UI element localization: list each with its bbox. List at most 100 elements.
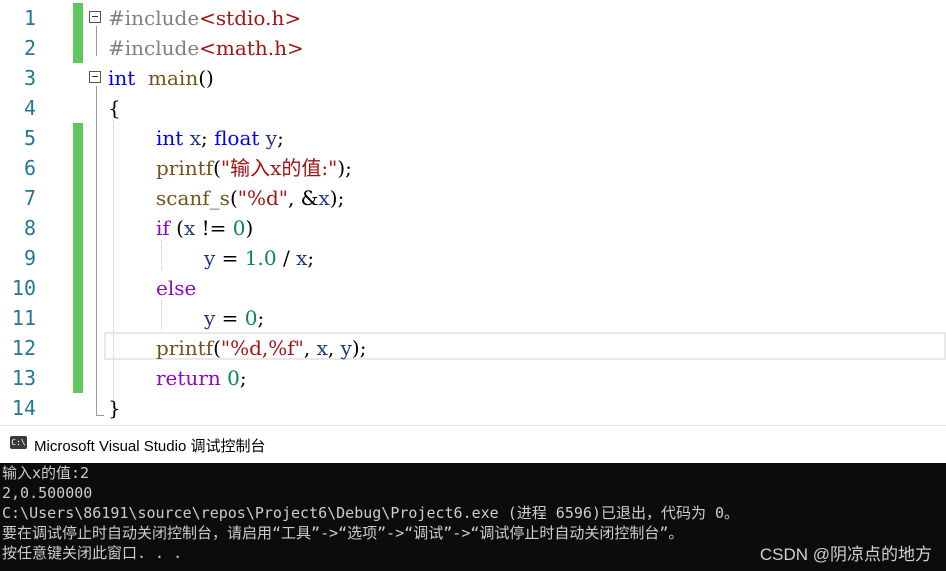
code-token: () — [198, 66, 214, 90]
code-line[interactable]: 5 int x; float y; — [0, 123, 946, 153]
code-token: { — [108, 96, 121, 120]
code-text: scanf_s("%d", &x); — [156, 185, 344, 211]
code-line[interactable]: 11 y = 0; — [0, 303, 946, 333]
code-token: <stdio.h> — [199, 6, 302, 30]
line-number: 10 — [11, 276, 36, 300]
line-number: 8 — [23, 216, 36, 240]
line-number: 12 — [11, 336, 36, 360]
code-token: ( — [229, 186, 238, 210]
code-token: / — [276, 246, 297, 270]
code-line[interactable]: 1 #include<stdio.h> — [0, 3, 946, 33]
change-indicator — [73, 183, 83, 213]
code-line[interactable]: 9 y = 1.0 / x; — [0, 243, 946, 273]
line-number: 7 — [23, 186, 36, 210]
console-line: 按任意键关闭此窗口. . . — [2, 544, 183, 562]
code-token: , — [303, 336, 317, 360]
console-output[interactable]: 输入x的值:2 2,0.500000 C:\Users\86191\source… — [0, 463, 946, 571]
code-line[interactable]: 4{ — [0, 93, 946, 123]
code-token: 0 — [244, 306, 258, 330]
code-token: ; — [257, 306, 265, 330]
code-token: int — [156, 126, 184, 150]
change-indicator — [73, 333, 83, 363]
line-number: 13 — [11, 366, 36, 390]
code-token: ); — [329, 186, 345, 210]
code-token: x — [318, 186, 330, 210]
change-indicator — [73, 3, 83, 33]
change-indicator — [73, 33, 83, 63]
collapse-icon[interactable] — [89, 71, 101, 83]
code-token: #include — [108, 6, 200, 30]
code-line[interactable]: 8 if (x != 0) — [0, 213, 946, 243]
code-line[interactable]: 10 else — [0, 273, 946, 303]
code-token: ( — [213, 336, 221, 360]
line-number: 9 — [23, 246, 36, 270]
console-title: Microsoft Visual Studio 调试控制台 — [34, 438, 266, 455]
code-token: <math.h> — [199, 36, 304, 60]
code-line[interactable]: 2 #include<math.h> — [0, 33, 946, 63]
line-number: 5 — [23, 126, 36, 150]
console-line: C:\Users\86191\source\repos\Project6\Deb… — [2, 504, 740, 522]
code-token: ( — [169, 216, 184, 240]
collapse-icon[interactable] — [89, 11, 101, 23]
code-token: float — [214, 126, 260, 150]
line-number: 4 — [23, 96, 36, 120]
code-token: ; — [277, 126, 284, 150]
line-number: 2 — [23, 36, 36, 60]
code-text: printf("%d,%f", x, y); — [156, 335, 366, 361]
code-token: != — [195, 216, 233, 240]
code-token: y — [265, 126, 278, 150]
code-token: x — [183, 216, 196, 240]
code-token: return — [156, 366, 221, 390]
code-editor[interactable]: 1 #include<stdio.h> 2 #include<math.h> 3 int … — [0, 0, 946, 425]
code-token: ); — [337, 156, 352, 180]
code-token: = — [215, 306, 245, 330]
code-line[interactable]: 13 return 0; — [0, 363, 946, 393]
code-text: { — [108, 95, 121, 121]
code-token: x — [189, 126, 201, 150]
code-token: } — [108, 396, 121, 420]
line-number: 11 — [11, 306, 36, 330]
code-token: scanf_s — [156, 186, 230, 210]
code-token: main — [148, 66, 199, 90]
code-token: int — [108, 66, 136, 90]
code-text: int x; float y; — [156, 125, 284, 151]
line-number: 3 — [23, 66, 36, 90]
code-line[interactable]: 7 scanf_s("%d", &x); — [0, 183, 946, 213]
console-title-bar[interactable]: C:\ Microsoft Visual Studio 调试控制台 — [0, 425, 946, 464]
line-number: 1 — [23, 6, 36, 30]
code-token: , — [327, 336, 341, 360]
line-number: 6 — [23, 156, 36, 180]
code-token: "输入x的值:" — [220, 156, 338, 180]
code-line[interactable]: 14} — [0, 393, 946, 423]
code-token: , & — [287, 186, 319, 210]
code-token: ( — [213, 156, 221, 180]
code-token: 0 — [227, 366, 240, 390]
code-token: x — [316, 336, 328, 360]
code-text: int main() — [108, 65, 214, 91]
console-line: 2,0.500000 — [2, 484, 93, 502]
code-token: printf — [156, 156, 214, 180]
code-token: ) — [245, 216, 254, 240]
change-indicator — [73, 153, 83, 183]
change-indicator — [73, 123, 83, 153]
code-text: y = 1.0 / x; — [204, 245, 314, 271]
change-indicator — [73, 213, 83, 243]
code-token: = — [215, 246, 245, 270]
code-token: if — [156, 216, 170, 240]
change-indicator — [73, 363, 83, 393]
code-text: y = 0; — [204, 305, 264, 331]
code-line[interactable]: 12 printf("%d,%f", x, y); — [0, 333, 946, 363]
code-line[interactable]: 6 printf("输入x的值:"); — [0, 153, 946, 183]
code-token: 0 — [232, 216, 246, 240]
code-token: y — [340, 336, 352, 360]
code-token: "%d,%f" — [220, 336, 304, 360]
code-line[interactable]: 3 int main() — [0, 63, 946, 93]
code-text: #include<stdio.h> — [108, 5, 301, 31]
watermark: CSDN @阴凉点的地方 — [759, 545, 932, 564]
code-token: ; — [239, 366, 247, 390]
code-token: ; — [200, 126, 215, 150]
code-token: ); — [351, 336, 367, 360]
change-indicator — [73, 243, 83, 273]
code-token: x — [296, 246, 308, 270]
